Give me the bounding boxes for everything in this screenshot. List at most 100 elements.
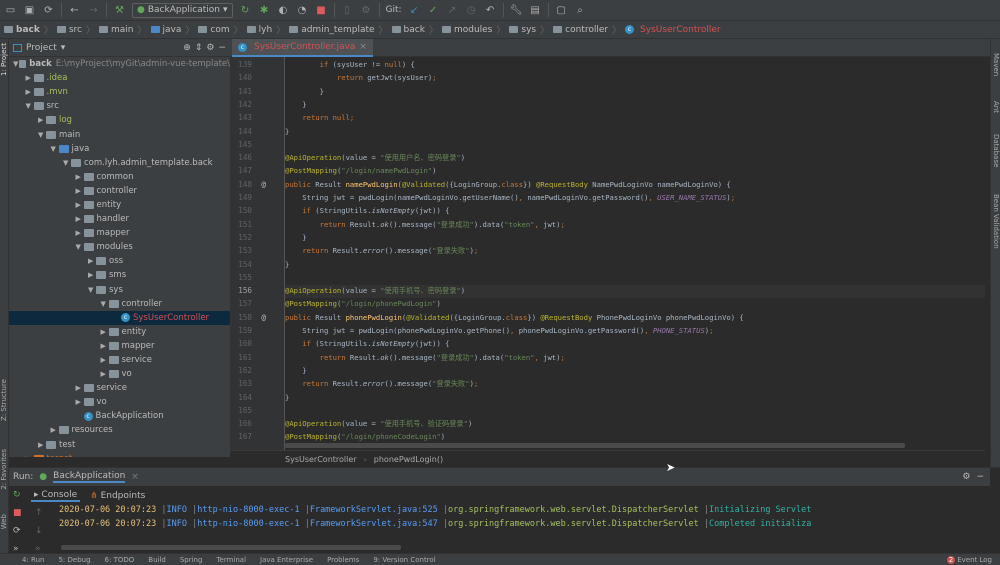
minimize-icon[interactable]: − bbox=[218, 43, 226, 53]
web-tool-tab[interactable]: Web bbox=[0, 514, 8, 529]
breadcrumb-item[interactable]: back bbox=[4, 25, 40, 35]
tree-item[interactable]: ▶ controller bbox=[9, 184, 230, 198]
sync-icon[interactable]: ⟳ bbox=[42, 4, 55, 17]
open-folder-icon[interactable]: ▭ bbox=[4, 4, 17, 17]
structure-tool-tab[interactable]: Z: Structure bbox=[0, 379, 8, 421]
tree-item[interactable]: ▼ modules bbox=[9, 240, 230, 254]
chevron-right-icon[interactable]: ▶ bbox=[76, 201, 84, 209]
tool-window-build[interactable]: Build bbox=[148, 556, 166, 564]
chevron-right-icon[interactable]: ▶ bbox=[101, 328, 109, 336]
tree-item[interactable]: ▶ test bbox=[9, 438, 230, 452]
close-icon[interactable]: × bbox=[359, 42, 367, 52]
git-push-icon[interactable]: ↗ bbox=[446, 4, 459, 17]
history-icon[interactable]: ◷ bbox=[465, 4, 478, 17]
tree-item[interactable]: ▶ oss bbox=[9, 254, 230, 268]
chevron-right-icon[interactable]: ▶ bbox=[88, 271, 96, 279]
save-icon[interactable]: ▣ bbox=[23, 4, 36, 17]
rollback-icon[interactable]: ↶ bbox=[484, 4, 497, 17]
breadcrumb-item[interactable]: admin_template bbox=[289, 25, 375, 35]
terminal-icon[interactable]: ▢ bbox=[555, 4, 568, 17]
tree-item[interactable]: ▼ main bbox=[9, 127, 230, 141]
chevron-right-icon[interactable]: ▶ bbox=[51, 426, 59, 434]
tree-item[interactable]: ▶ common bbox=[9, 170, 230, 184]
tool-window-9-version-control[interactable]: 9: Version Control bbox=[373, 556, 435, 564]
forward-icon[interactable]: → bbox=[87, 4, 100, 17]
chevron-right-icon[interactable]: ▶ bbox=[38, 116, 46, 124]
breadcrumb-item[interactable]: src bbox=[56, 25, 82, 35]
locate-icon[interactable]: ⊕ bbox=[183, 43, 191, 53]
breadcrumb-item[interactable]: com bbox=[198, 25, 230, 35]
breadcrumb-class[interactable]: SysUserController bbox=[285, 455, 357, 464]
breadcrumb-item[interactable]: main bbox=[99, 25, 134, 35]
bean-validation-tool-tab[interactable]: Bean Validation bbox=[992, 194, 1000, 249]
device-icon[interactable]: ▯ bbox=[341, 4, 354, 17]
coverage-icon[interactable]: ◐ bbox=[277, 4, 290, 17]
tree-item[interactable]: ▶ handler bbox=[9, 212, 230, 226]
tree-item[interactable]: ▶ .mvn bbox=[9, 85, 230, 99]
breadcrumb-item[interactable]: lyh bbox=[246, 25, 272, 35]
tree-item[interactable]: ▼ src bbox=[9, 99, 230, 113]
gear-icon[interactable]: ⚙ bbox=[962, 472, 970, 482]
settings-wrench-icon[interactable]: 🔧︎ bbox=[510, 4, 523, 17]
maven-tool-tab[interactable]: Maven bbox=[992, 53, 1000, 76]
chevron-down-icon[interactable]: ▼ bbox=[76, 243, 84, 251]
tree-item[interactable]: ▶ service bbox=[9, 353, 230, 367]
tree-item[interactable]: ▶ mapper bbox=[9, 226, 230, 240]
chevron-right-icon[interactable]: ▶ bbox=[76, 384, 84, 392]
tool-window-6-todo[interactable]: 6: TODO bbox=[105, 556, 135, 564]
chevron-right-icon[interactable]: ▶ bbox=[26, 88, 34, 96]
chevron-right-icon[interactable]: ▶ bbox=[101, 342, 109, 350]
tree-item[interactable]: ▼ com.lyh.admin_template.back bbox=[9, 156, 230, 170]
breadcrumb-method[interactable]: phonePwdLogin() bbox=[374, 455, 443, 464]
chevron-down-icon[interactable]: ▼ bbox=[101, 300, 109, 308]
editor-horizontal-scrollbar[interactable] bbox=[285, 443, 905, 448]
sdk-icon[interactable]: ⚙ bbox=[360, 4, 373, 17]
down-arrow-icon[interactable]: ↓ bbox=[35, 526, 43, 536]
project-view-select[interactable]: Project bbox=[26, 43, 57, 53]
tree-item[interactable]: ▼ controller bbox=[9, 297, 230, 311]
chevron-right-icon[interactable]: ▶ bbox=[76, 187, 84, 195]
git-commit-icon[interactable]: ✓ bbox=[427, 4, 440, 17]
tab-console[interactable]: ▸ Console bbox=[31, 490, 81, 502]
tool-window-problems[interactable]: Problems bbox=[327, 556, 359, 564]
tree-item[interactable]: ▶ service bbox=[9, 381, 230, 395]
console-horizontal-scrollbar[interactable] bbox=[61, 545, 401, 550]
run-tab-backapplication[interactable]: BackApplication bbox=[53, 471, 126, 483]
chevron-down-icon[interactable]: ▾ bbox=[61, 43, 66, 53]
tree-item[interactable]: ▼ back E:\myProject\myGit\admin-vue-templa… bbox=[9, 57, 230, 71]
tree-item[interactable]: ▶ sms bbox=[9, 268, 230, 282]
chevron-right-icon[interactable]: ▶ bbox=[101, 370, 109, 378]
database-tool-tab[interactable]: Database bbox=[992, 134, 1000, 167]
chevron-right-icon[interactable]: ▶ bbox=[76, 229, 84, 237]
chevron-down-icon[interactable]: ▼ bbox=[51, 145, 59, 153]
chevron-down-icon[interactable]: ▼ bbox=[63, 159, 71, 167]
tree-item[interactable]: ▼ sys bbox=[9, 283, 230, 297]
tree-item[interactable]: ▶ entity bbox=[9, 198, 230, 212]
up-arrow-icon[interactable]: ↑ bbox=[35, 508, 43, 518]
stop-icon[interactable]: ■ bbox=[13, 508, 22, 518]
tool-window-5-debug[interactable]: 5: Debug bbox=[58, 556, 90, 564]
restore-icon[interactable]: ⟳ bbox=[13, 526, 22, 536]
breadcrumb-item[interactable]: modules bbox=[441, 25, 492, 35]
code-editor[interactable]: 139 140 141 142 143 144 145 146 147 148 @149 150 151… bbox=[230, 57, 985, 450]
override-marker-icon[interactable]: @ bbox=[258, 313, 266, 322]
tree-item[interactable]: ▶ resources bbox=[9, 423, 230, 437]
close-icon[interactable]: × bbox=[131, 472, 139, 482]
tree-item[interactable]: ▶ log bbox=[9, 113, 230, 127]
gear-icon[interactable]: ⚙ bbox=[206, 43, 214, 53]
event-log-button[interactable]: 2 Event Log bbox=[946, 555, 992, 564]
rerun-icon[interactable]: ↻ bbox=[239, 4, 252, 17]
tab-endpoints[interactable]: ⋔ Endpoints bbox=[90, 491, 145, 501]
chevron-right-icon[interactable]: ▶ bbox=[101, 356, 109, 364]
tree-item[interactable]: ▶ entity bbox=[9, 325, 230, 339]
debug-bug-icon[interactable]: ✱ bbox=[258, 4, 271, 17]
chevron-right-icon[interactable]: ▶ bbox=[76, 398, 84, 406]
tool-window-terminal[interactable]: Terminal bbox=[216, 556, 246, 564]
build-hammer-icon[interactable]: ⚒ bbox=[113, 4, 126, 17]
tree-item[interactable]: c BackApplication bbox=[9, 409, 230, 423]
tree-item[interactable]: ▶ target bbox=[9, 452, 230, 457]
minimize-icon[interactable]: − bbox=[976, 472, 984, 482]
override-marker-icon[interactable]: @ bbox=[258, 180, 266, 189]
breadcrumb-item[interactable]: java bbox=[150, 25, 181, 35]
tree-item[interactable]: c SysUserController bbox=[9, 310, 230, 325]
